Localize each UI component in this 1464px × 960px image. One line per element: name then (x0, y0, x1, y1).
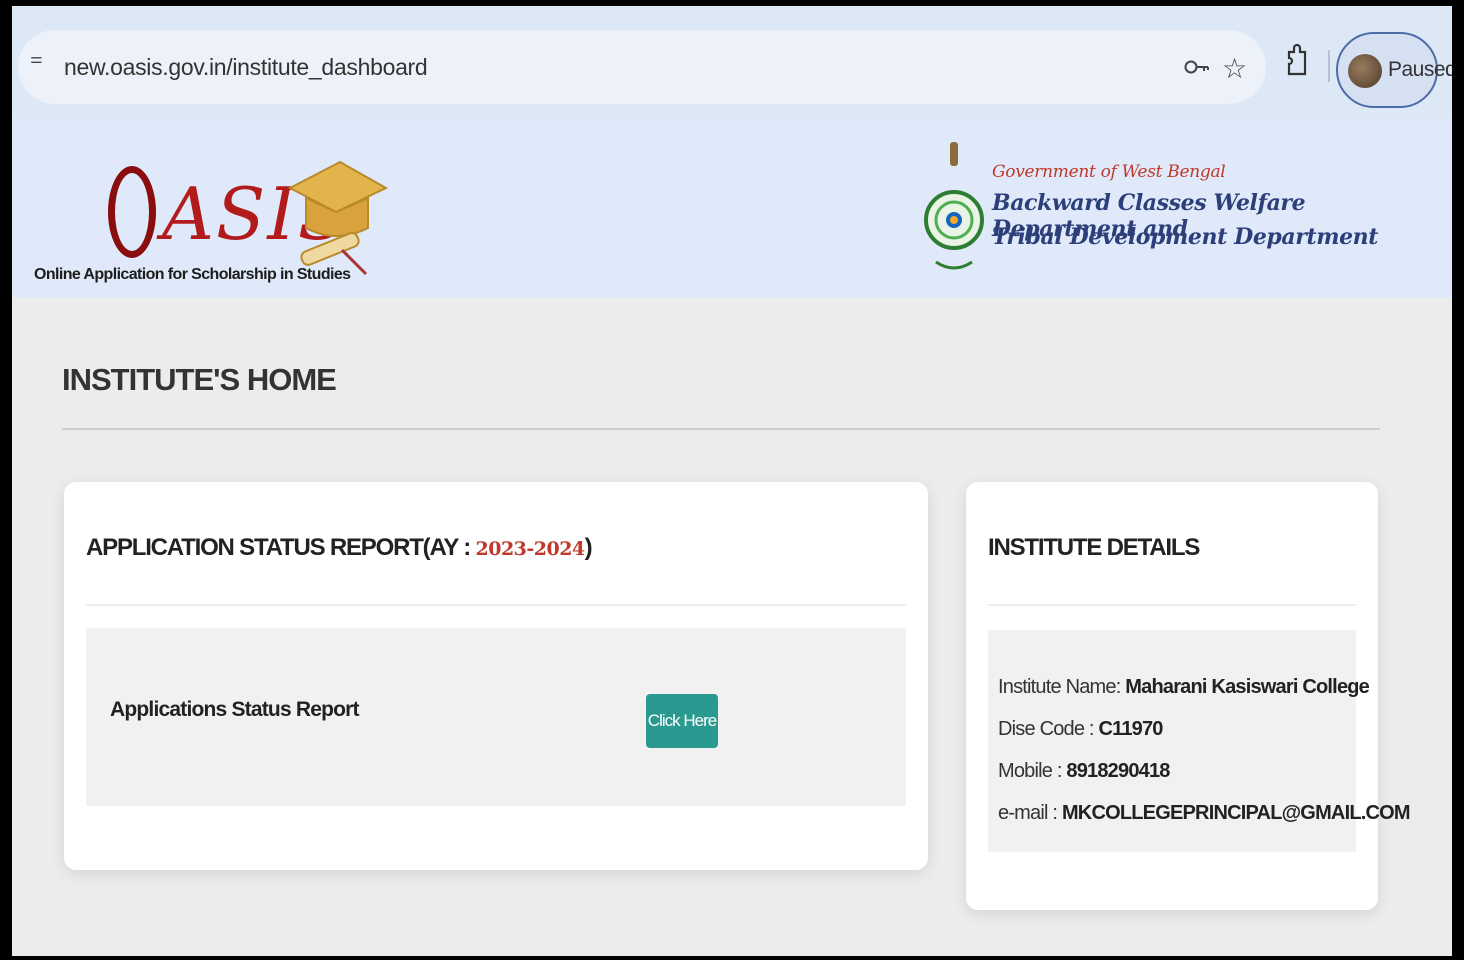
west-bengal-emblem-icon (924, 142, 984, 270)
oasis-logo-o (108, 166, 156, 258)
extension-icon[interactable] (1284, 43, 1310, 83)
card-divider (86, 604, 906, 606)
mobile-value: 8918290418 (1066, 760, 1170, 782)
email-row: e-mail : MKCOLLEGEPRINCIPAL@GMAIL.COM (998, 802, 1411, 825)
toolbar-separator (1328, 50, 1330, 82)
card-divider (988, 604, 1356, 606)
status-report-row: Applications Status Report Click Here (86, 628, 906, 806)
url-text[interactable]: new.oasis.gov.in/institute_dashboard (64, 54, 428, 81)
institute-name-value: Maharani Kasiswari College (1125, 676, 1370, 698)
site-info-icon[interactable]: ⚌ (30, 52, 48, 80)
detail-label: e-mail : (998, 802, 1062, 824)
status-card-heading: APPLICATION STATUS REPORT(AY : 2023-2024… (86, 534, 593, 562)
dise-code-row: Dise Code : C11970 (998, 718, 1163, 741)
click-here-button[interactable]: Click Here (646, 694, 718, 748)
address-bar[interactable]: ⚌ new.oasis.gov.in/institute_dashboard ☆ (18, 30, 1266, 104)
title-divider (62, 428, 1380, 430)
heading-prefix: APPLICATION STATUS REPORT(AY : (86, 534, 476, 561)
page-title: INSTITUTE'S HOME (62, 362, 337, 397)
avatar (1348, 54, 1382, 88)
profile-status-label: Paused (1388, 58, 1457, 81)
email-value: MKCOLLEGEPRINCIPAL@GMAIL.COM (1061, 802, 1411, 824)
detail-label: Dise Code : (998, 718, 1099, 740)
key-icon[interactable] (1184, 56, 1210, 82)
heading-suffix: ) (584, 534, 593, 561)
status-report-label: Applications Status Report (110, 698, 360, 721)
site-header: ASIS Online Application for Scholarship … (12, 118, 1452, 298)
application-status-card: APPLICATION STATUS REPORT(AY : 2023-2024… (64, 482, 928, 870)
gov-name: Government of West Bengal (992, 162, 1226, 182)
institute-details-card: INSTITUTE DETAILS Institute Name: Mahara… (966, 482, 1411, 910)
browser-window: ⚌ new.oasis.gov.in/institute_dashboard ☆… (0, 0, 1464, 960)
browser-toolbar: ⚌ new.oasis.gov.in/institute_dashboard ☆… (12, 6, 1452, 118)
profile-button[interactable]: Paused (1336, 32, 1452, 108)
graduation-cap-icon (287, 160, 389, 276)
detail-label: Mobile : (998, 760, 1067, 782)
detail-label: Institute Name: (998, 676, 1126, 698)
star-icon[interactable]: ☆ (1222, 52, 1247, 85)
mobile-row: Mobile : 8918290418 (998, 760, 1170, 783)
academic-year: 2023-2024 (475, 538, 586, 560)
institute-name-row: Institute Name: Maharani Kasiswari Colle… (998, 676, 1370, 699)
department-line-2: Tribal Development Department (992, 224, 1379, 250)
institute-details-panel: Institute Name: Maharani Kasiswari Colle… (988, 630, 1411, 852)
dise-code-value: C11970 (1098, 718, 1163, 740)
details-card-heading: INSTITUTE DETAILS (988, 534, 1200, 561)
